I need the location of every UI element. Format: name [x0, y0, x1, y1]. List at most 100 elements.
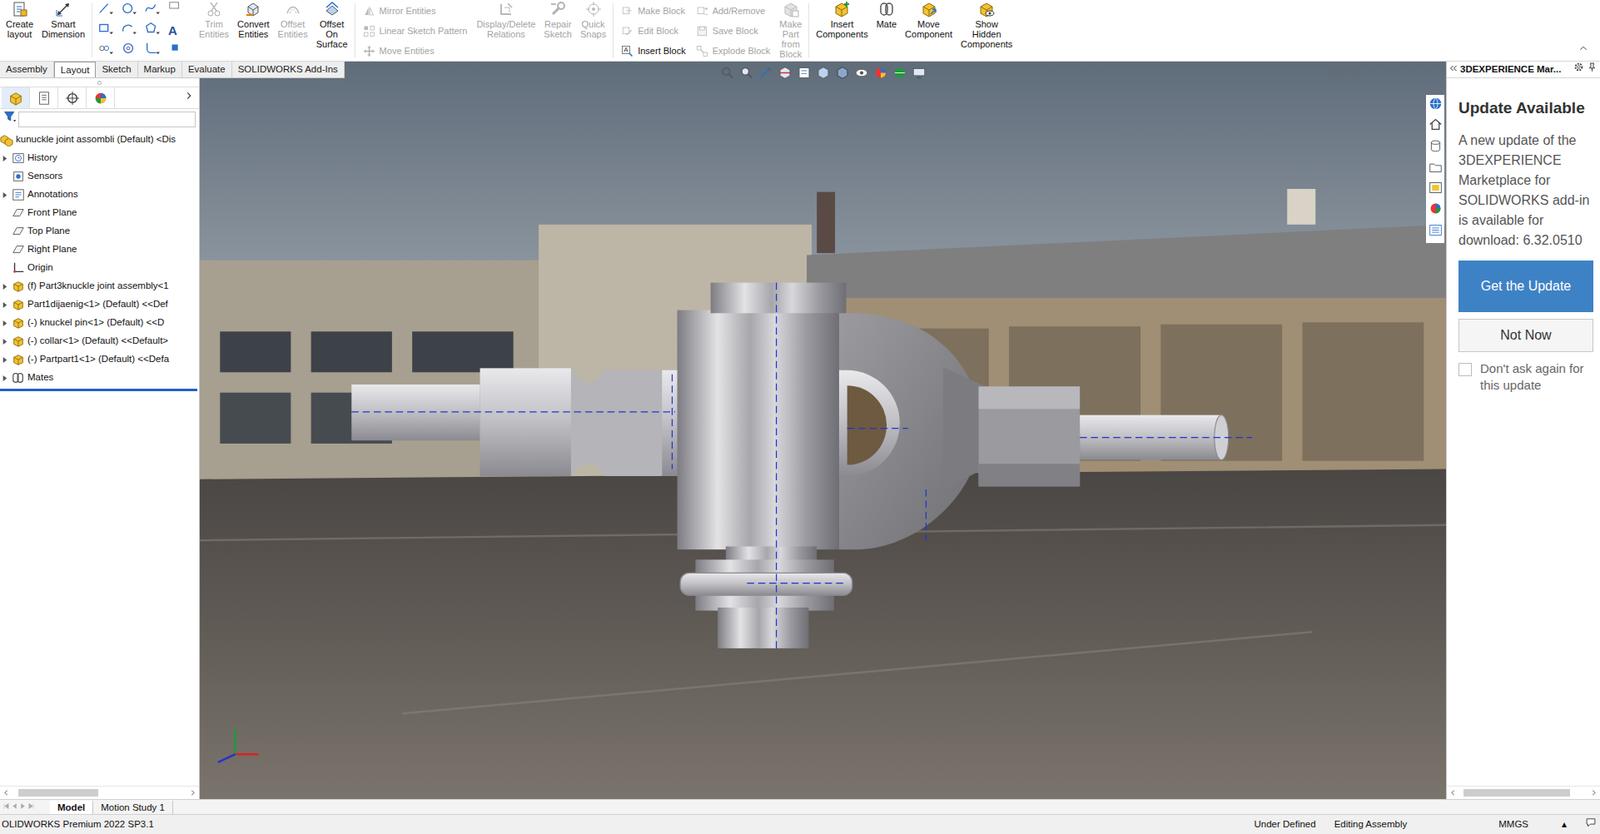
hud-button[interactable]: [892, 65, 907, 85]
expander[interactable]: [0, 319, 10, 328]
ribbon-button[interactable]: MakePartfromBlock: [775, 0, 806, 60]
ribbon-button[interactable]: SmartDimension: [37, 0, 90, 40]
panel-tab[interactable]: [58, 87, 87, 109]
ribbon-small-button[interactable]: Make Block: [621, 0, 686, 21]
graphics-area[interactable]: [199, 61, 1446, 800]
sketch-tool[interactable]: [121, 20, 145, 40]
ribbon-button[interactable]: Createlayout: [1, 0, 38, 40]
hud-button[interactable]: [777, 65, 792, 85]
command-tab[interactable]: Assembly: [0, 61, 55, 78]
ribbon-button[interactable]: MoveComponent: [900, 0, 957, 40]
sketch-tool[interactable]: [144, 20, 169, 40]
panel-tab[interactable]: [29, 87, 59, 109]
get-update-button[interactable]: Get the Update: [1458, 260, 1594, 313]
ribbon-button[interactable]: Display/DeleteRelations: [472, 0, 540, 40]
window-button[interactable]: [1387, 66, 1399, 82]
hud-button[interactable]: [873, 65, 888, 85]
pin[interactable]: [1586, 61, 1598, 77]
expander[interactable]: [0, 356, 10, 364]
ribbon-button[interactable]: OffsetEntities: [273, 0, 313, 40]
collapse-ribbon[interactable]: [1568, 43, 1599, 61]
sketch-tool[interactable]: [121, 0, 145, 20]
unit-menu[interactable]: ▴: [1561, 817, 1567, 832]
ribbon-small-button[interactable]: Edit Block: [621, 20, 686, 41]
window-button[interactable]: [1349, 66, 1361, 82]
tree-item[interactable]: Top Plane: [0, 222, 199, 241]
model-tab[interactable]: Motion Study 1: [93, 800, 174, 815]
filter-button[interactable]: [3, 109, 17, 128]
hud-button[interactable]: [758, 65, 773, 85]
ribbon-button[interactable]: ConvertEntities: [233, 0, 274, 40]
hud-button[interactable]: [739, 65, 754, 85]
model-view[interactable]: [199, 61, 1446, 800]
task-pane-tab[interactable]: [1428, 223, 1443, 242]
command-tab[interactable]: Sketch: [95, 61, 138, 78]
ribbon-button[interactable]: Mate: [872, 0, 901, 30]
not-now-button[interactable]: Not Now: [1458, 318, 1594, 353]
command-tab[interactable]: Layout: [54, 61, 97, 78]
filter-field[interactable]: [18, 111, 196, 128]
ribbon-small-button[interactable]: Move Entities: [362, 40, 468, 61]
hud-button[interactable]: [720, 65, 735, 85]
task-pane-tab[interactable]: [1428, 201, 1443, 220]
horizontal-scrollbar[interactable]: [0, 785, 199, 800]
tooltip-toggle[interactable]: [1585, 816, 1597, 833]
task-pane-tab[interactable]: [1428, 159, 1443, 179]
nav-arrow[interactable]: [19, 800, 27, 815]
more-tabs[interactable]: [183, 90, 198, 105]
ribbon-small-button[interactable]: Explode Block: [695, 40, 771, 61]
expander[interactable]: [0, 154, 10, 163]
scroll-thumb[interactable]: [1463, 789, 1571, 797]
ribbon-button[interactable]: RepairSketch: [539, 0, 577, 40]
hud-button[interactable]: [796, 65, 811, 85]
tree-item[interactable]: Annotations: [0, 185, 199, 204]
sketch-tool[interactable]: [168, 40, 192, 60]
window-button[interactable]: [1368, 66, 1380, 82]
tree-item[interactable]: Sensors: [0, 167, 199, 186]
nav-arrow[interactable]: [2, 800, 10, 815]
expander[interactable]: [0, 283, 10, 291]
sketch-tool[interactable]: [98, 0, 122, 20]
ribbon-small-button[interactable]: Add/Remove: [695, 0, 771, 21]
text-tool[interactable]: A: [168, 24, 192, 38]
ribbon-button[interactable]: ShowHiddenComponents: [956, 0, 1017, 50]
tree-item[interactable]: Right Plane: [0, 240, 199, 259]
hud-button[interactable]: [911, 65, 926, 85]
settings[interactable]: [1573, 61, 1585, 77]
command-tab[interactable]: Evaluate: [182, 61, 233, 78]
tree-item[interactable]: Part1dijaenig<1> (Default) <<Def: [0, 295, 199, 314]
tree-item[interactable]: (-) collar<1> (Default) <<Default>: [0, 332, 199, 351]
command-tab[interactable]: SOLIDWORKS Add-Ins: [232, 61, 345, 78]
tree-item[interactable]: Front Plane: [0, 203, 199, 223]
tree-item[interactable]: Mates: [0, 368, 199, 388]
ribbon-button[interactable]: QuickSnaps: [576, 0, 611, 40]
sketch-tool[interactable]: [168, 0, 192, 20]
window-button[interactable]: [1406, 66, 1418, 82]
tree-root[interactable]: kunuckle joint assombli (Default) <Dis: [0, 130, 199, 150]
hud-button[interactable]: [815, 65, 830, 85]
sketch-tool[interactable]: [144, 0, 169, 20]
horizontal-scrollbar[interactable]: [1446, 785, 1600, 800]
hud-button[interactable]: [834, 65, 850, 85]
tree-item[interactable]: (f) Part3knuckle joint assembly<1: [0, 277, 199, 296]
task-pane-tab[interactable]: [1428, 96, 1443, 115]
ribbon-button[interactable]: InsertComponents: [811, 0, 872, 40]
expander[interactable]: [0, 191, 10, 199]
tree-item[interactable]: (-) knuckel pin<1> (Default) <<D: [0, 313, 199, 333]
unit-system[interactable]: MMGS: [1498, 817, 1529, 832]
sketch-tool[interactable]: [98, 20, 122, 40]
sketch-tool[interactable]: [98, 40, 122, 60]
panel-tab[interactable]: [86, 87, 115, 109]
nav-arrow[interactable]: [10, 800, 19, 815]
ribbon-small-button[interactable]: Mirror Entities: [362, 0, 468, 21]
task-pane-tab[interactable]: [1428, 180, 1443, 199]
panel-tab[interactable]: [1, 87, 30, 109]
task-pane-tab[interactable]: [1428, 139, 1443, 158]
sketch-tool[interactable]: [144, 40, 169, 60]
command-tab[interactable]: Markup: [138, 61, 183, 78]
task-pane-tab[interactable]: [1428, 117, 1443, 136]
nav-arrow[interactable]: [27, 800, 35, 815]
scroll-thumb[interactable]: [18, 789, 99, 797]
dont-ask-checkbox-row[interactable]: Don't ask again for this update: [1458, 360, 1594, 394]
rollback-bar[interactable]: [0, 388, 198, 392]
